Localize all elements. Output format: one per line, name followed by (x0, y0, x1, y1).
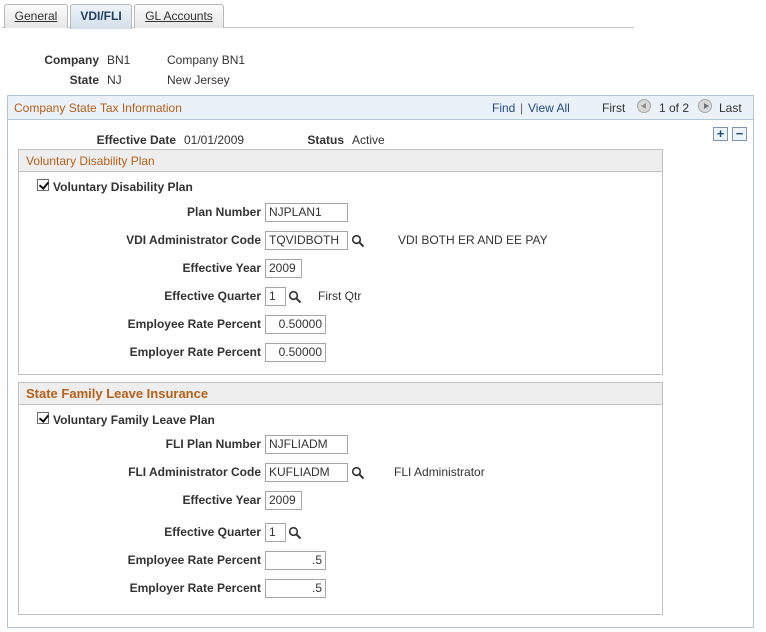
vdi-employer-rate-input[interactable]: 0.50000 (265, 343, 326, 362)
magnifier-icon[interactable] (288, 526, 302, 540)
arrow-left-circle-icon[interactable] (637, 99, 651, 113)
first-link[interactable]: First (602, 101, 625, 115)
voluntary-disability-panel: Voluntary Disability Plan Voluntary Disa… (18, 149, 663, 375)
state-code: NJ (107, 73, 122, 87)
magnifier-icon[interactable] (288, 290, 302, 304)
view-all-link[interactable]: View All (528, 101, 570, 115)
company-name: Company BN1 (167, 53, 246, 67)
vdi-admin-description: VDI BOTH ER AND EE PAY (398, 233, 548, 247)
vdi-effective-year-label: Effective Year (182, 261, 262, 275)
vdi-employer-rate-label: Employer Rate Percent (129, 345, 261, 359)
vdi-admin-code-label: VDI Administrator Code (126, 233, 261, 247)
vdi-admin-code-input[interactable]: TQVIDBOTH (265, 231, 348, 250)
tab-gl-accounts-label: GL Accounts (145, 9, 213, 23)
vdi-employee-rate-input[interactable]: 0.50000 (265, 315, 326, 334)
vdi-effective-quarter-input[interactable]: 1 (265, 287, 286, 306)
tab-vdi-fli-label: VDI/FLI (80, 9, 122, 23)
add-row-button[interactable]: + (713, 127, 728, 141)
tab-general[interactable]: General (4, 4, 68, 28)
fli-plan-checkbox[interactable] (37, 412, 49, 424)
fli-employee-rate-label: Employee Rate Percent (127, 553, 261, 567)
fli-employee-rate-input[interactable]: .5 (265, 551, 326, 570)
fli-effective-year-label: Effective Year (182, 493, 262, 507)
vdi-effective-quarter-label: Effective Quarter (164, 289, 261, 303)
vdi-plan-checkbox[interactable] (37, 179, 49, 191)
vdi-employee-rate-label: Employee Rate Percent (127, 317, 261, 331)
company-code: BN1 (107, 53, 131, 67)
fli-employer-rate-input[interactable]: .5 (265, 579, 326, 598)
vdi-quarter-description: First Qtr (318, 289, 362, 303)
grid-title: Company State Tax Information (14, 101, 182, 115)
effective-date-label: Effective Date (96, 133, 176, 147)
company-label: Company (44, 53, 99, 67)
fli-admin-code-input[interactable]: KUFLIADM (265, 463, 348, 482)
page-count: 1 of 2 (659, 101, 690, 115)
vdi-effective-year-input[interactable]: 2009 (265, 259, 302, 278)
grid-header-bar: Company State Tax Information Find | Vie… (8, 96, 753, 120)
fli-admin-description: FLI Administrator (394, 465, 485, 479)
status-label: Status (307, 133, 344, 147)
vdi-section-title: Voluntary Disability Plan (26, 154, 155, 168)
tab-general-label: General (14, 9, 58, 23)
effective-date-value: 01/01/2009 (184, 133, 245, 147)
vdi-plan-checkbox-label: Voluntary Disability Plan (53, 180, 193, 194)
fli-section-title: State Family Leave Insurance (26, 386, 209, 401)
find-link[interactable]: Find (492, 101, 515, 115)
minus-icon: − (735, 126, 744, 141)
family-leave-insurance-panel: State Family Leave Insurance Voluntary F… (18, 382, 663, 615)
fli-effective-quarter-label: Effective Quarter (164, 525, 261, 539)
magnifier-icon[interactable] (351, 234, 365, 248)
status-value: Active (352, 133, 385, 147)
fli-panel-header: State Family Leave Insurance (19, 383, 662, 405)
delete-row-button[interactable]: − (732, 127, 747, 141)
vdi-panel-header: Voluntary Disability Plan (19, 150, 662, 172)
fli-employer-rate-label: Employer Rate Percent (129, 581, 261, 595)
plus-icon: + (716, 126, 725, 141)
state-name: New Jersey (167, 73, 230, 87)
fli-effective-year-input[interactable]: 2009 (265, 491, 302, 510)
fli-admin-code-label: FLI Administrator Code (128, 465, 261, 479)
company-state-tax-grid: Company State Tax Information Find | Vie… (7, 95, 754, 628)
fli-plan-number-input[interactable]: NJFLIADM (265, 435, 348, 454)
arrow-right-circle-icon[interactable] (698, 99, 712, 113)
link-separator: | (520, 101, 524, 115)
fli-plan-checkbox-label: Voluntary Family Leave Plan (53, 413, 215, 427)
plan-number-input[interactable]: NJPLAN1 (265, 203, 348, 222)
magnifier-icon[interactable] (351, 466, 365, 480)
last-link[interactable]: Last (719, 101, 742, 115)
fli-plan-number-label: FLI Plan Number (165, 437, 261, 451)
tab-vdi-fli[interactable]: VDI/FLI (70, 4, 132, 29)
state-label: State (69, 73, 99, 87)
plan-number-label: Plan Number (186, 205, 261, 219)
fli-effective-quarter-input[interactable]: 1 (265, 523, 286, 542)
tab-gl-accounts[interactable]: GL Accounts (134, 4, 224, 28)
